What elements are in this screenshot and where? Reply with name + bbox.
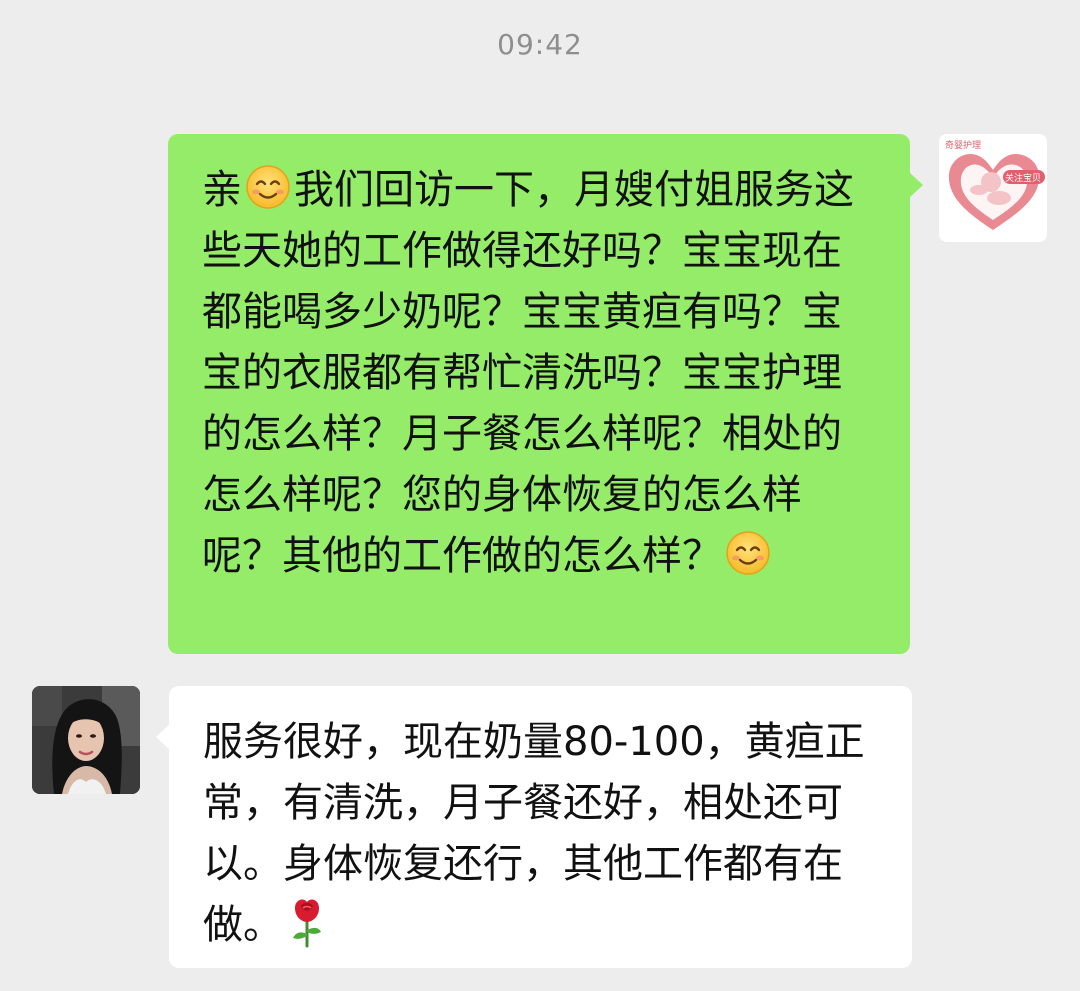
self-avatar[interactable]: 奇婴护理 关注宝贝 [939,134,1047,242]
message-timestamp: 09:42 [497,28,583,61]
woman-portrait-avatar [32,686,140,794]
message-text-part: 我们回访一下，月嫂付姐服务这些天她的工作做得还好吗？宝宝现在都能喝多少奶呢？宝宝… [202,167,854,579]
received-message-bubble[interactable]: 服务很好，现在奶量80-100，黄疸正常，有清洗，月子餐还好，相处还可以。身体恢… [156,686,912,968]
heart-angel-logo-icon: 奇婴护理 关注宝贝 [939,134,1047,242]
smiling-face-emoji [246,165,290,209]
avatar-badge-text: 关注宝贝 [1005,172,1041,184]
rose-emoji [293,899,321,948]
contact-avatar[interactable] [32,686,140,794]
message-text-part: 亲 [202,167,242,213]
sent-message-bubble[interactable]: 亲 我们回访一下，月嫂付姐服务这些天她的工作做得还好吗？宝宝现在都能喝多少奶呢？… [168,134,923,654]
avatar-brand-text: 奇婴护理 [945,139,981,151]
smiling-face-emoji [726,531,770,575]
chat-window: 09:42 奇婴护理 关注宝贝 亲 我们回访一下，月嫂付姐服务这些天她的工作做得… [0,0,1080,991]
